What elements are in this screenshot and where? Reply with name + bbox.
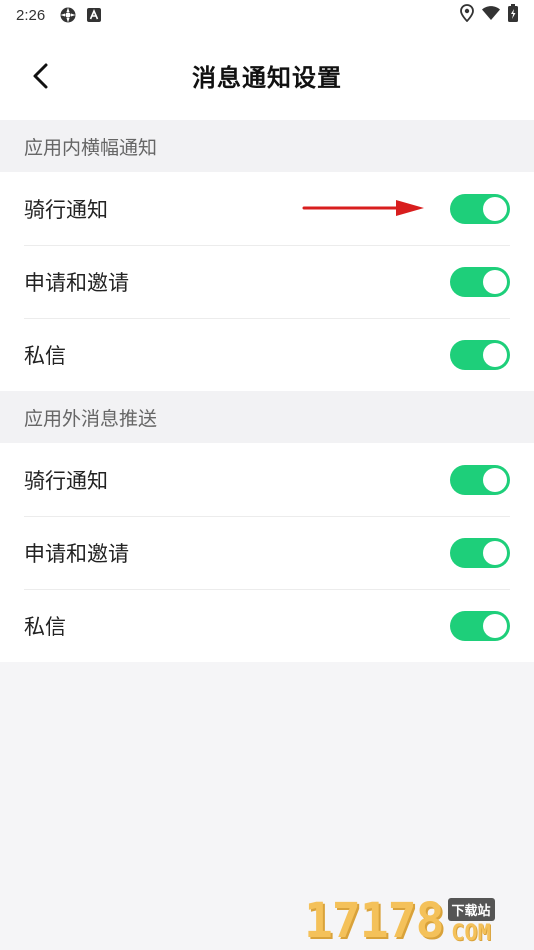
setting-row-requests-invites: 申请和邀请	[0, 516, 534, 589]
watermark-number: 17178	[304, 893, 444, 949]
settings-icon	[59, 6, 77, 24]
toggle-switch[interactable]	[450, 464, 510, 495]
setting-label: 骑行通知	[24, 468, 108, 493]
setting-label: 申请和邀请	[24, 541, 129, 566]
watermark-logo: 17178 下载站 COM	[304, 888, 534, 950]
setting-label: 私信	[24, 614, 66, 639]
toggle-knob	[483, 269, 507, 294]
section-header-out-of-app-push: 应用外消息推送	[0, 391, 534, 443]
battery-icon	[508, 4, 518, 26]
chevron-left-icon	[33, 63, 48, 89]
toggle-knob	[483, 342, 507, 367]
setting-label: 申请和邀请	[24, 270, 129, 295]
section-header-in-app-banner: 应用内横幅通知	[0, 120, 534, 172]
location-icon	[460, 4, 474, 26]
status-bar: 2:26	[0, 0, 534, 30]
setting-row-ride-notification: 骑行通知	[0, 172, 534, 245]
annotation-arrow-icon	[302, 200, 424, 216]
toggle-knob	[483, 196, 507, 221]
page-header: 消息通知设置	[0, 30, 534, 120]
settings-group-in-app-banner: 骑行通知 申请和邀请 私信	[0, 172, 534, 391]
wifi-icon	[482, 6, 500, 24]
setting-row-requests-invites: 申请和邀请	[0, 245, 534, 318]
setting-label: 私信	[24, 343, 66, 368]
toggle-knob	[483, 467, 507, 492]
a-badge-icon	[87, 8, 102, 22]
toggle-switch[interactable]	[450, 537, 510, 568]
status-time: 2:26	[16, 6, 46, 24]
settings-group-out-of-app-push: 骑行通知 申请和邀请 私信	[0, 443, 534, 662]
toggle-switch[interactable]	[450, 339, 510, 370]
setting-row-private-message: 私信	[0, 589, 534, 662]
toggle-switch[interactable]	[450, 193, 510, 224]
toggle-knob	[483, 540, 507, 565]
page-title: 消息通知设置	[192, 63, 342, 92]
setting-row-private-message: 私信	[0, 318, 534, 391]
toggle-switch[interactable]	[450, 610, 510, 641]
watermark-side: 下载站 COM	[447, 898, 495, 946]
status-right-icons	[460, 4, 518, 26]
setting-row-ride-notification: 骑行通知	[0, 443, 534, 516]
toggle-switch[interactable]	[450, 266, 510, 297]
watermark-domain: COM	[451, 921, 491, 946]
back-button[interactable]	[26, 62, 54, 90]
watermark-tag: 下载站	[447, 898, 495, 921]
toggle-knob	[483, 613, 507, 638]
